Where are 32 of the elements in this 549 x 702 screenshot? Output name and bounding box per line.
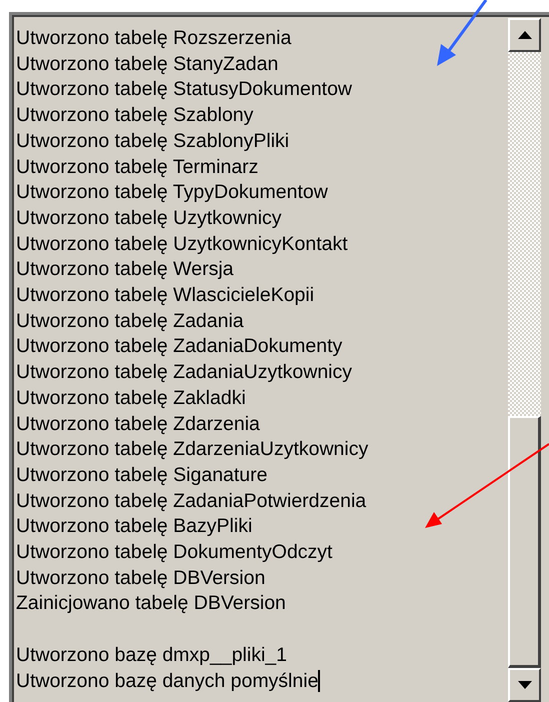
log-line: Utworzono tabelę ZadaniaUzytkownicy xyxy=(16,360,353,386)
scroll-up-button[interactable] xyxy=(508,18,541,52)
log-line: Utworzono tabelę WlascicieleKopii xyxy=(16,283,316,308)
log-line: Utworzono tabelę Siganature xyxy=(16,462,268,488)
log-text-area[interactable] xyxy=(9,12,549,702)
log-line: Utworzono tabelę Zadania xyxy=(16,308,245,334)
log-line: Utworzono bazę danych pomyślnie xyxy=(16,668,318,694)
log-line: Utworzono tabelę TypyDokumentow xyxy=(16,180,329,206)
up-triangle-icon xyxy=(518,31,532,39)
log-line: Utworzono tabelę DBVersion xyxy=(16,566,266,591)
log-line: Utworzono tabelę Wersja xyxy=(16,257,234,282)
log-line: Utworzono tabelę ZadaniaPotwierdzenia xyxy=(16,488,368,514)
log-line: Utworzono tabelę StanyZadan xyxy=(16,52,280,77)
log-line: Utworzono tabelę Terminarz xyxy=(16,154,260,180)
log-line: Utworzono tabelę Rozszerzenia xyxy=(16,26,292,51)
log-line: Utworzono tabelę Zakladki xyxy=(16,386,247,411)
log-line: Utworzono tabelę StatusyDokumentow xyxy=(16,77,354,102)
arrow-drawing xyxy=(437,0,488,66)
log-line: Utworzono tabelę Uzytkownicy xyxy=(16,206,283,231)
down-triangle-icon xyxy=(518,681,532,689)
log-line: Utworzono tabelę ZdarzeniaUzytkownicy xyxy=(16,437,370,462)
log-line: Utworzono tabelę ZadaniaDokumenty xyxy=(16,334,344,360)
log-line: Utworzono bazę dmxp__pliki_1 xyxy=(16,642,287,668)
log-line: Utworzono tabelę Szablony xyxy=(16,103,254,128)
log-line: Utworzono tabelę DokumentyOdczyt xyxy=(16,540,334,566)
scroll-down-button[interactable] xyxy=(508,668,541,702)
log-line: Utworzono tabelę UzytkownicyKontakt xyxy=(16,232,349,257)
scrollbar-thumb[interactable] xyxy=(508,416,541,668)
log-line: Utworzono tabelę Zdarzenia xyxy=(16,412,261,437)
log-line: Utworzono tabelę BazyPliki xyxy=(16,514,254,540)
log-line: Zainicjowano tabelę DBVersion xyxy=(16,591,287,616)
log-line: Utworzono tabelę SzablonyPliki xyxy=(16,128,290,154)
